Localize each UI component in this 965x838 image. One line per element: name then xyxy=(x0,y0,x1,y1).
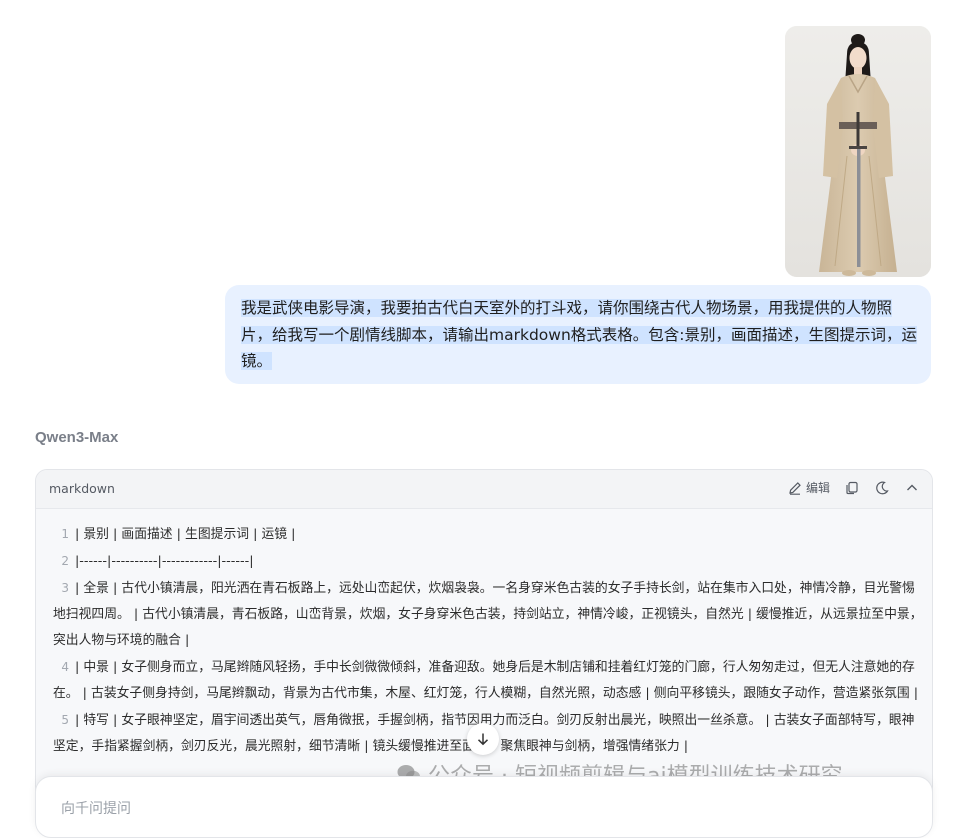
theme-moon-icon xyxy=(876,481,889,494)
code-language-label: markdown xyxy=(49,481,115,496)
line-number: 3 xyxy=(61,581,69,595)
copy-icon xyxy=(846,481,858,494)
user-message-bubble: 我是武侠电影导演，我要拍古代白天室外的打斗戏，请你围绕古代人物场景，用我提供的人… xyxy=(225,285,931,384)
code-line: 1 | 景别 | 画面描述 | 生图提示词 | 运镜 | xyxy=(36,521,932,548)
theme-toggle-button[interactable] xyxy=(874,480,890,496)
copy-button[interactable] xyxy=(844,480,860,496)
code-line-text: | 中景 | 女子侧身而立，马尾辫随风轻扬，手中长剑微微倾斜，准备迎敌。她身后是… xyxy=(53,660,919,701)
edit-button-label: 编辑 xyxy=(805,481,830,495)
line-number: 1 xyxy=(61,527,69,541)
code-line: 4 | 中景 | 女子侧身而立，马尾辫随风轻扬，手中长剑微微倾斜，准备迎敌。她身后… xyxy=(36,654,932,707)
arrow-down-icon xyxy=(477,733,489,746)
collapse-chevron-icon xyxy=(907,484,917,490)
line-number: 2 xyxy=(61,554,69,568)
code-block-header: markdown 编辑 xyxy=(36,470,932,509)
chat-input-placeholder: 向千问提问 xyxy=(61,801,131,817)
code-toolbar: 编辑 xyxy=(787,479,920,496)
line-number: 5 xyxy=(61,713,69,727)
code-line-text: | 景别 | 画面描述 | 生图提示词 | 运镜 | xyxy=(75,527,296,542)
user-message-text: 我是武侠电影导演，我要拍古代白天室外的打斗戏，请你围绕古代人物场景，用我提供的人… xyxy=(241,299,917,370)
edit-icon xyxy=(789,481,801,495)
assistant-model-name: Qwen3-Max xyxy=(35,429,119,446)
code-line: 3 | 全景 | 古代小镇清晨，阳光洒在青石板路上，远处山峦起伏，炊烟袅袅。一名身… xyxy=(36,575,932,654)
chat-input[interactable]: 向千问提问 xyxy=(35,776,933,838)
code-line-text: | 全景 | 古代小镇清晨，阳光洒在青石板路上，远处山峦起伏，炊烟袅袅。一名身穿… xyxy=(53,581,923,648)
scroll-to-bottom-button[interactable] xyxy=(467,723,499,755)
line-number: 4 xyxy=(61,660,69,674)
code-line-text: |------|----------|------------|------| xyxy=(75,554,254,569)
uploaded-portrait-image[interactable] xyxy=(785,26,931,277)
edit-button[interactable]: 编辑 xyxy=(787,479,830,496)
collapse-button[interactable] xyxy=(904,480,920,496)
code-line: 2 |------|----------|------------|------| xyxy=(36,548,932,575)
